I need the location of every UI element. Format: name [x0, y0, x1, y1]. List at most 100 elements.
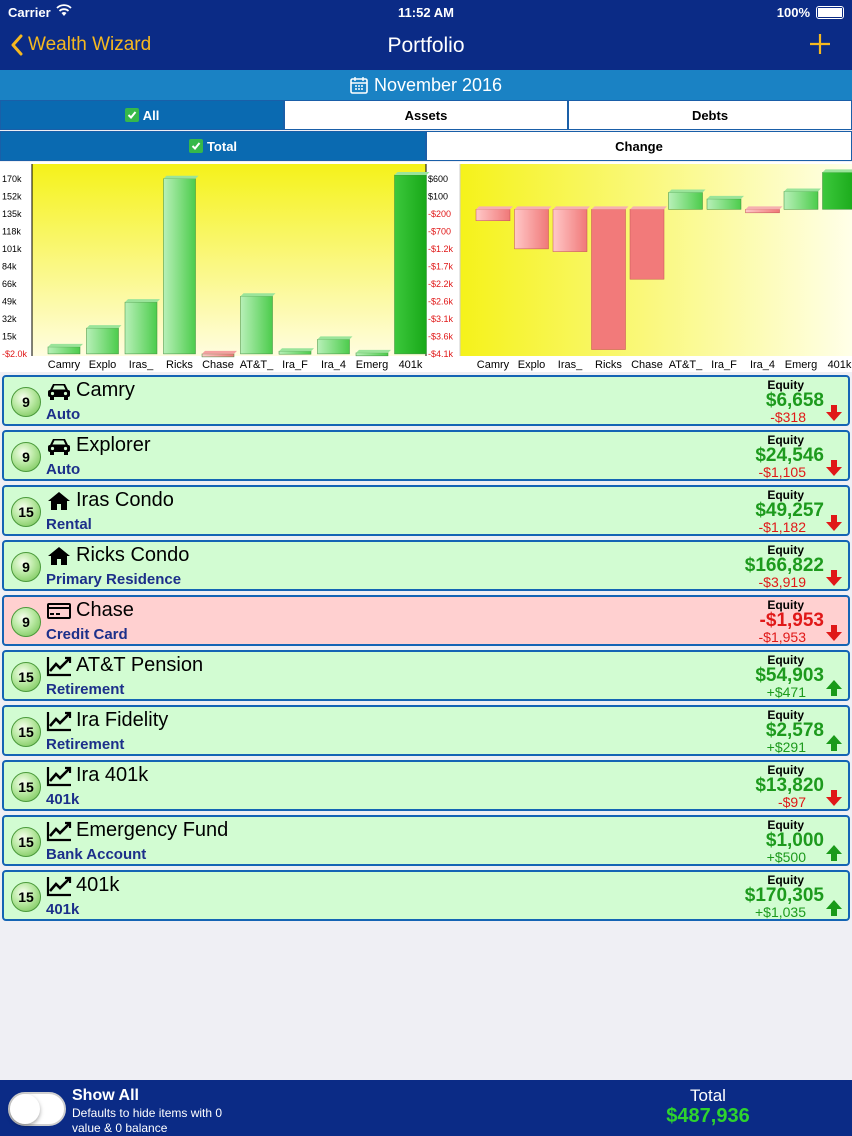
- x-tick-label: Camry: [477, 359, 510, 371]
- bar-top: [668, 189, 706, 193]
- bar-top: [202, 350, 237, 354]
- arrow-up-icon: [824, 898, 844, 918]
- account-change: -$318: [770, 409, 806, 425]
- account-category: Bank Account: [46, 846, 147, 863]
- account-change: +$291: [766, 739, 806, 755]
- tab-all[interactable]: All: [0, 100, 284, 130]
- account-row[interactable]: 9 Explorer Auto Equity $24,546 -$1,105: [2, 430, 850, 481]
- battery-indicator: 100%: [777, 5, 844, 20]
- x-tick-label: Chase: [202, 359, 234, 371]
- arrow-down-icon: [824, 513, 844, 533]
- line-chart-icon: [46, 765, 72, 787]
- charts-area: 170k 152k 135k 118k 101k 84k 66k 49k 32k 15k -$2.0…: [0, 162, 852, 372]
- check-icon: [188, 139, 203, 153]
- x-tick-label: Ira_4: [321, 359, 346, 371]
- bar: [822, 172, 852, 210]
- toggle-knob: [10, 1094, 40, 1124]
- bar-top: [591, 206, 629, 210]
- clock: 11:52 AM: [398, 5, 454, 20]
- bar: [668, 192, 703, 210]
- bar-top: [240, 293, 276, 297]
- x-tick-label: Emerg: [785, 359, 817, 371]
- y-tick-label-left: 49k: [2, 297, 17, 307]
- month-label: November 2016: [373, 74, 503, 95]
- account-row[interactable]: 9 Chase Credit Card Equity -$1,953 -$1,953: [2, 595, 850, 646]
- account-name: Ira 401k: [76, 764, 149, 786]
- account-category: Credit Card: [46, 626, 128, 643]
- bar-top: [553, 206, 590, 210]
- account-category: Auto: [46, 461, 81, 478]
- nav-bar: Wealth Wizard Portfolio: [0, 24, 852, 70]
- y-tick-label-right: -$3.1k: [428, 314, 454, 324]
- status-bar: Carrier 11:52 AM 100%: [0, 0, 852, 24]
- account-row[interactable]: 9 Camry Auto Equity $6,658 -$318: [2, 375, 850, 426]
- top-bar: Carrier 11:52 AM 100% Wealth Wizard Port…: [0, 0, 852, 70]
- item-count-badge: 15: [11, 772, 41, 802]
- bar-top: [476, 206, 513, 210]
- arrow-down-icon: [824, 403, 844, 423]
- tab-debts[interactable]: Debts: [568, 100, 852, 130]
- bar: [514, 209, 549, 250]
- y-tick-label-right: -$4.1k: [428, 349, 454, 359]
- bar: [394, 174, 427, 355]
- account-row[interactable]: 15 AT&T Pension Retirement Equity $54,903 +$4…: [2, 650, 850, 701]
- show-all-toggle[interactable]: [8, 1092, 66, 1126]
- arrow-up-icon: [824, 843, 844, 863]
- x-tick-label: Ricks: [166, 359, 193, 371]
- bar-top: [630, 206, 667, 210]
- bar: [163, 178, 196, 355]
- x-tick-label: Iras_: [129, 359, 154, 371]
- bar-top: [125, 299, 160, 303]
- bar-top: [707, 195, 744, 199]
- account-list: 9 Camry Auto Equity $6,658 -$318 9 Explorer Auto…: [0, 373, 852, 925]
- tab-total-label: Total: [206, 138, 238, 154]
- bar: [278, 350, 312, 355]
- y-tick-label-right: -$2.2k: [428, 279, 454, 289]
- x-tick-label: 401k: [828, 359, 852, 371]
- account-row[interactable]: 15 Iras Condo Rental Equity $49,257 -$1,182: [2, 485, 850, 536]
- bar: [552, 209, 588, 252]
- y-tick-label-left: 32k: [2, 314, 17, 324]
- total-label: Total: [690, 1086, 726, 1105]
- bar: [591, 209, 626, 350]
- account-change: -$1,182: [758, 519, 806, 535]
- filter-segmented-control: All Assets Debts: [0, 100, 852, 130]
- account-change: -$3,919: [758, 574, 806, 590]
- account-row[interactable]: 15 Emergency Fund Bank Account Equity $1,000…: [2, 815, 850, 866]
- y-tick-label-left: 15k: [2, 332, 17, 342]
- account-change: +$471: [766, 684, 806, 700]
- y-tick-label-right: -$1.2k: [428, 244, 454, 254]
- x-tick-label: Iras_: [558, 359, 583, 371]
- account-category: Auto: [46, 406, 81, 423]
- account-row[interactable]: 9 Ricks Condo Primary Residence Equity $166,…: [2, 540, 850, 591]
- account-change: -$1,953: [758, 629, 806, 645]
- total-chart: 170k 152k 135k 118k 101k 84k 66k 49k 32k 15k -$2.0…: [2, 164, 454, 371]
- tab-assets-label: Assets: [404, 107, 448, 123]
- account-row[interactable]: 15 Ira 401k 401k Equity $13,820 -$97: [2, 760, 850, 811]
- line-chart-icon: [46, 655, 72, 677]
- bar: [124, 301, 158, 355]
- mode-segmented-control: Total Change: [0, 131, 852, 161]
- account-name: AT&T Pension: [76, 654, 204, 676]
- tab-assets[interactable]: Assets: [284, 100, 568, 130]
- add-icon[interactable]: [808, 32, 832, 56]
- x-tick-label: Explo: [518, 359, 546, 371]
- account-row[interactable]: 15 401k 401k Equity $170,305 +$1,035: [2, 870, 850, 921]
- y-tick-label-left: 118k: [2, 227, 21, 237]
- account-row[interactable]: 15 Ira Fidelity Retirement Equity $2,578 +$29…: [2, 705, 850, 756]
- arrow-down-icon: [824, 458, 844, 478]
- tab-change[interactable]: Change: [426, 131, 852, 161]
- bar: [355, 352, 389, 357]
- credit-card-icon: [46, 600, 72, 622]
- bar-top: [822, 169, 852, 173]
- account-name: Chase: [76, 599, 134, 621]
- show-all-label: Show All: [72, 1087, 139, 1104]
- account-name: Ira Fidelity: [76, 709, 169, 731]
- arrow-down-icon: [824, 788, 844, 808]
- tab-total[interactable]: Total: [0, 131, 426, 161]
- arrow-up-icon: [824, 678, 844, 698]
- home-icon: [46, 490, 72, 512]
- bar-top: [317, 336, 353, 340]
- month-selector[interactable]: November 2016: [0, 70, 852, 100]
- account-change: +$500: [766, 849, 806, 865]
